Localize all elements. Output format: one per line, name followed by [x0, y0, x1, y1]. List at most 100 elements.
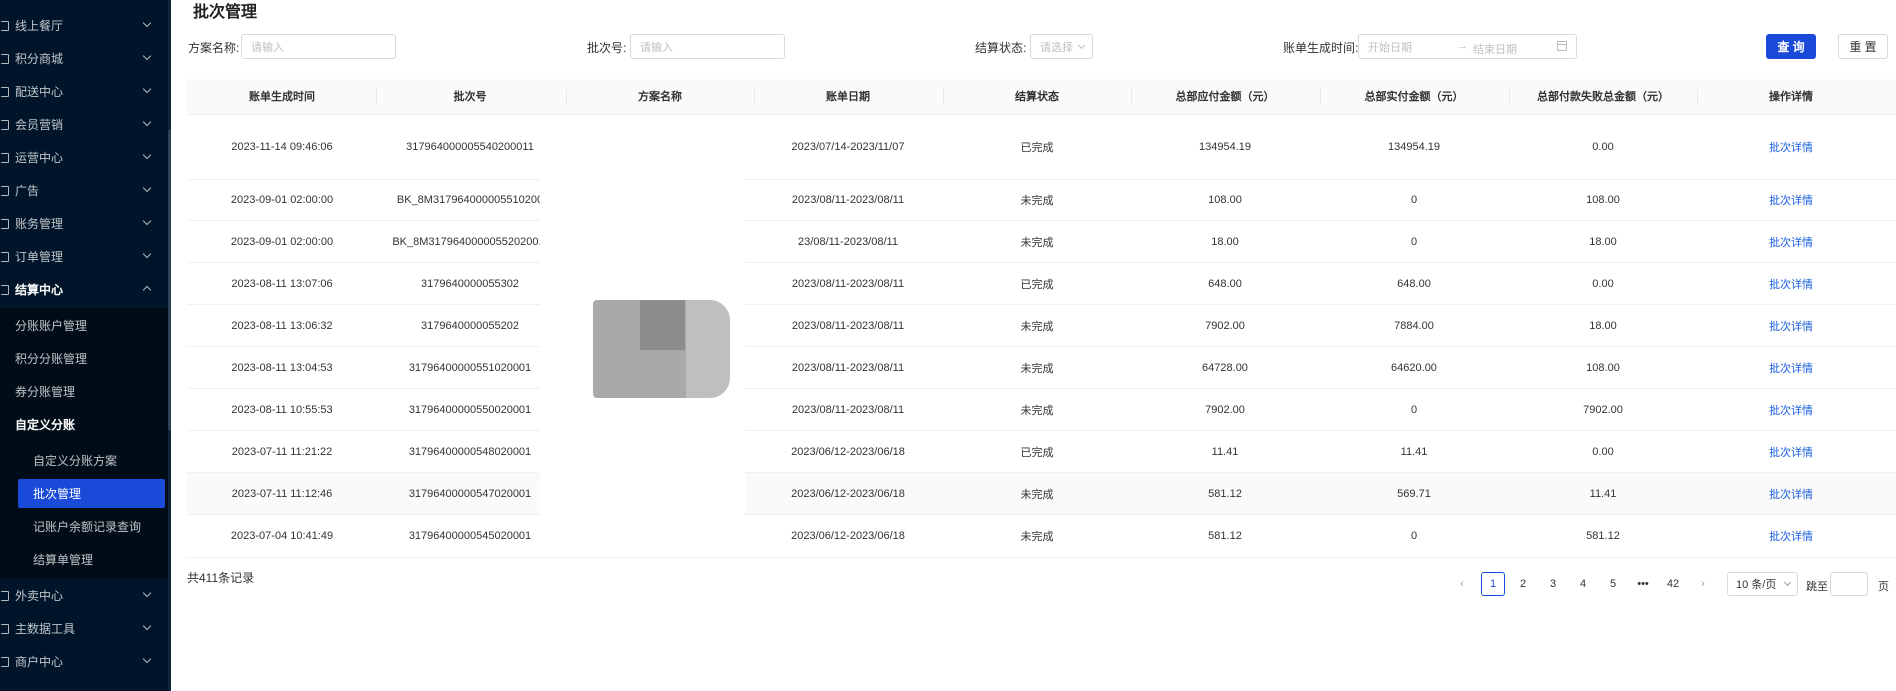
- table-cell: 31796400000550020001: [408, 403, 532, 416]
- table-cell: 134954.19: [1388, 141, 1440, 153]
- column-header: 账单日期: [826, 91, 870, 103]
- table-cell: 3179640000055202: [421, 319, 519, 332]
- table-cell: 0: [1410, 530, 1418, 542]
- next-page-icon[interactable]: ›: [1691, 572, 1715, 596]
- sidebar-subitem[interactable]: 结算单管理: [0, 543, 168, 576]
- plan-name-placeholder: 请输入: [251, 41, 284, 54]
- sidebar-item[interactable]: 积分商城: [0, 42, 168, 75]
- sidebar-item[interactable]: 外卖中心: [0, 579, 168, 612]
- batch-detail-link[interactable]: 批次详情: [1697, 389, 1885, 430]
- table-cell: 11.41: [1589, 487, 1617, 500]
- sidebar-item[interactable]: 账务管理: [0, 207, 168, 240]
- date-range-picker[interactable]: 开始日期 → 结束日期: [1358, 34, 1577, 59]
- menu-icon: [1, 185, 9, 196]
- batch-detail-link[interactable]: 批次详情: [1697, 180, 1885, 220]
- table-cell: 7902.00: [1205, 403, 1245, 416]
- menu-icon: [1, 590, 9, 601]
- table-cell: 31796400000545020001: [408, 530, 532, 542]
- table-cell: 2023-07-11 11:21:22: [231, 445, 333, 458]
- search-button[interactable]: 查 询: [1766, 34, 1816, 59]
- sidebar-subitem[interactable]: 记账户余额记录查询: [0, 510, 168, 543]
- status-select[interactable]: 请选择: [1030, 34, 1093, 59]
- sidebar-item-label: 结算中心: [15, 283, 64, 297]
- batch-detail-link[interactable]: 批次详情: [1697, 115, 1885, 179]
- page-item[interactable]: 5: [1601, 572, 1625, 596]
- table-row: 2023-09-01 02:00:00 BK_8M3179640000055202…: [187, 221, 1896, 263]
- page-item[interactable]: 4: [1571, 572, 1595, 596]
- table-cell: 2023/08/11-2023/08/11: [791, 194, 905, 206]
- sidebar-item[interactable]: 广告: [0, 174, 168, 207]
- status-label: 结算状态:: [975, 41, 1027, 55]
- table-cell: 108.00: [1586, 361, 1620, 374]
- end-date-placeholder: 结束日期: [1473, 44, 1517, 56]
- table-row: 2023-08-11 13:06:32 3179640000055202 2023/…: [187, 305, 1896, 347]
- sidebar-subitem[interactable]: 积分分账管理: [0, 342, 168, 375]
- chevron-down-icon: [142, 51, 152, 61]
- sidebar-item-label: 主数据工具: [15, 622, 76, 636]
- table-cell: 未完成: [1020, 488, 1054, 501]
- table-cell: 未完成: [1020, 236, 1054, 249]
- sidebar-subitem[interactable]: 分账账户管理: [0, 309, 168, 342]
- table-cell: 7884.00: [1394, 319, 1434, 332]
- sidebar-subitem[interactable]: 自定义分账: [0, 408, 168, 441]
- sidebar-subitem[interactable]: 批次管理: [18, 479, 165, 508]
- batch-no-placeholder: 请输入: [640, 41, 673, 54]
- batch-detail-link[interactable]: 批次详情: [1697, 305, 1885, 346]
- prev-page-icon[interactable]: ‹: [1450, 572, 1474, 596]
- sidebar-item[interactable]: 配送中心: [0, 75, 168, 108]
- sidebar-item[interactable]: 运营中心: [0, 141, 168, 174]
- batch-detail-link[interactable]: 批次详情: [1697, 431, 1885, 472]
- page-item[interactable]: 3: [1541, 572, 1565, 596]
- chevron-down-icon: [142, 216, 152, 226]
- batch-no-input[interactable]: 请输入: [630, 34, 785, 59]
- menu-icon: [1, 251, 9, 262]
- table-cell: 0.00: [1592, 141, 1614, 153]
- menu-icon: [1, 284, 9, 295]
- page-item[interactable]: 2: [1511, 572, 1535, 596]
- batch-detail-link[interactable]: 批次详情: [1697, 515, 1885, 557]
- batch-detail-link[interactable]: 批次详情: [1697, 473, 1885, 514]
- table-cell: 2023-08-11 13:06:32: [231, 319, 333, 332]
- table-cell: 2023-08-11 13:07:06: [231, 277, 333, 290]
- batch-detail-link[interactable]: 批次详情: [1697, 263, 1885, 304]
- scrollbar-thumb[interactable]: [168, 130, 171, 430]
- page-item[interactable]: •••: [1631, 572, 1655, 596]
- sidebar-scrollbar[interactable]: [168, 0, 171, 691]
- sidebar-item[interactable]: 订单管理: [0, 240, 168, 273]
- batch-detail-link[interactable]: 批次详情: [1697, 347, 1885, 388]
- sidebar-subitem[interactable]: 自定义分账方案: [0, 444, 168, 477]
- table-header: 账单生成时间 批次号 方案名称 账单日期 结算状态 总部应付金额（元） 总部实付金额（元） 总…: [187, 79, 1896, 115]
- table-cell: 648.00: [1208, 277, 1242, 290]
- sidebar-subitem[interactable]: 券分账管理: [0, 375, 168, 408]
- table-cell: 11.41: [1400, 445, 1428, 458]
- chevron-down-icon: [142, 654, 152, 664]
- sidebar-item-label: 外卖中心: [15, 589, 64, 603]
- sidebar-item[interactable]: 会员营销: [0, 108, 168, 141]
- column-divider: [566, 89, 567, 105]
- jump-page-input[interactable]: [1830, 572, 1868, 596]
- reset-button[interactable]: 重 置: [1838, 34, 1888, 59]
- column-divider: [376, 89, 377, 105]
- sidebar-item[interactable]: 商户中心: [0, 645, 168, 678]
- sidebar-item[interactable]: 结算中心: [0, 273, 168, 306]
- table-cell: 31796400000547020001: [408, 487, 532, 500]
- plan-name-input[interactable]: 请输入: [241, 34, 396, 59]
- table-cell: 2023-09-01 02:00:00: [230, 194, 334, 206]
- page-size-select[interactable]: 10 条/页: [1727, 572, 1798, 596]
- batch-detail-link[interactable]: 批次详情: [1697, 221, 1885, 262]
- chevron-down-icon: [142, 249, 152, 259]
- page-item[interactable]: 1: [1481, 572, 1505, 596]
- table-cell: 581.12: [1208, 530, 1242, 542]
- sidebar-item-label: 广告: [15, 184, 40, 198]
- start-date-placeholder: 开始日期: [1368, 41, 1412, 54]
- menu-icon: [1, 623, 9, 634]
- table-cell: 2023/08/11-2023/08/11: [791, 403, 905, 416]
- record-total: 共411条记录: [187, 571, 255, 585]
- sidebar-item[interactable]: 线上餐厅: [0, 9, 168, 42]
- table-cell: 317964000005540200011: [406, 141, 534, 153]
- table-cell: 64728.00: [1202, 361, 1248, 374]
- sidebar-item[interactable]: 主数据工具: [0, 612, 168, 645]
- column-header: 批次号: [453, 91, 487, 103]
- page-item[interactable]: 42: [1661, 572, 1685, 596]
- chevron-down-icon: [142, 621, 152, 631]
